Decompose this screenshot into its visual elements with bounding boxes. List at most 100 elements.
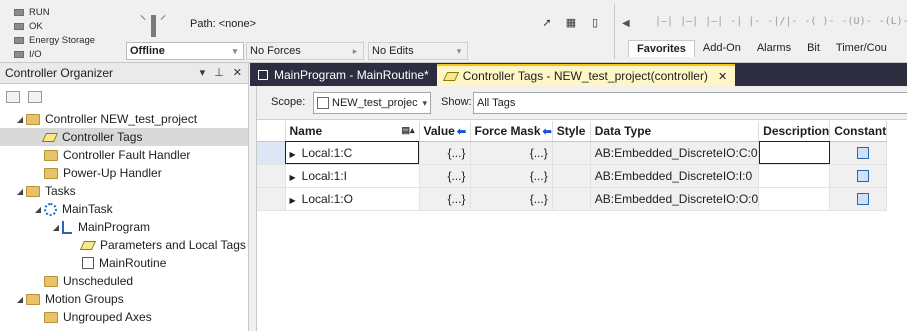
- style-cell[interactable]: [552, 187, 591, 211]
- value-cell[interactable]: {...}: [419, 187, 471, 211]
- ladder-instruction-icons: |—| |—| |—| -| |- -|/|- -( )- -(U)- -(L)…: [655, 16, 907, 27]
- value-cell[interactable]: {...}: [419, 164, 471, 188]
- constant-checkbox[interactable]: [857, 147, 870, 160]
- mode-dropdown[interactable]: Offline ▾: [126, 42, 244, 60]
- io-module-icon[interactable]: ▯: [588, 16, 602, 30]
- collapse-left-icon[interactable]: ◀: [622, 18, 630, 29]
- toolbar-separator: [614, 4, 615, 59]
- tree-item-parameters-local-tags[interactable]: Parameters and Local Tags: [0, 236, 248, 254]
- style-cell[interactable]: [552, 164, 591, 188]
- data-type-cell[interactable]: AB:Embedded_DiscreteIO:O:0: [590, 187, 760, 211]
- column-header-style[interactable]: Style: [552, 121, 591, 142]
- path-label[interactable]: Path: <none>: [190, 18, 256, 30]
- branch-level-icon[interactable]: |—|: [705, 16, 723, 27]
- constant-checkbox[interactable]: [857, 170, 870, 183]
- status-light-icon: [14, 36, 24, 44]
- tree-item-ungrouped-axes[interactable]: Ungrouped Axes: [0, 308, 248, 326]
- tag-name-cell[interactable]: ▶ Local:1:O: [285, 187, 420, 211]
- row-selector[interactable]: [257, 187, 286, 211]
- description-cell[interactable]: [758, 141, 831, 165]
- tab-controller-tags[interactable]: Controller Tags - NEW_test_project(contr…: [436, 64, 736, 86]
- tree-item-fault-handler[interactable]: Controller Fault Handler: [0, 146, 248, 164]
- expand-arrow-icon[interactable]: ▶: [290, 173, 296, 182]
- constant-cell[interactable]: [829, 164, 888, 188]
- column-header-force-mask[interactable]: Force Mask ⬅: [470, 121, 553, 142]
- column-header-data-type[interactable]: Data Type: [590, 121, 760, 142]
- tree-item-power-up-handler[interactable]: Power-Up Handler: [0, 164, 248, 182]
- otl-icon[interactable]: -(L)-: [879, 16, 907, 27]
- table-empty-area[interactable]: [257, 211, 907, 331]
- constant-cell[interactable]: [829, 187, 888, 211]
- dropdown-arrow-icon: ▸: [352, 46, 358, 56]
- tag-name-cell[interactable]: ▶ Local:1:C: [285, 141, 420, 165]
- expand-all-icon[interactable]: [28, 91, 42, 103]
- show-label: Show:: [441, 96, 472, 108]
- xio-icon[interactable]: -|/|-: [767, 16, 797, 27]
- table-row[interactable]: ▶ Local:1:I {...} {...} AB:Embedded_Discr…: [257, 164, 888, 188]
- style-cell[interactable]: [552, 141, 591, 165]
- chevron-down-icon[interactable]: ▾: [200, 66, 206, 79]
- description-cell[interactable]: [758, 164, 831, 188]
- xic-icon[interactable]: -| |-: [730, 16, 760, 27]
- table-row[interactable]: ▶ Local:1:O {...} {...} AB:Embedded_Discr…: [257, 187, 888, 211]
- tab-bit[interactable]: Bit: [799, 40, 828, 57]
- expand-arrow-icon[interactable]: ▶: [290, 150, 296, 159]
- edits-dropdown[interactable]: No Edits ▾: [368, 42, 468, 60]
- expand-arrow-icon[interactable]: ◢: [14, 187, 26, 196]
- value-cell[interactable]: {...}: [419, 141, 471, 165]
- constant-cell[interactable]: [829, 141, 888, 165]
- routine-icon: [82, 257, 94, 269]
- tab-main-routine[interactable]: MainProgram - MainRoutine*: [250, 64, 437, 86]
- sort-icon[interactable]: ▤▴: [401, 125, 414, 136]
- tree-item-tasks[interactable]: ◢ Tasks: [0, 182, 248, 200]
- force-mask-cell[interactable]: {...}: [470, 187, 553, 211]
- pin-icon[interactable]: ⊥: [214, 66, 224, 79]
- network-icon[interactable]: ▦: [564, 16, 578, 30]
- force-mask-cell[interactable]: {...}: [470, 164, 553, 188]
- tree-item-unscheduled[interactable]: Unscheduled: [0, 272, 248, 290]
- column-header-constant[interactable]: Constant: [829, 121, 888, 142]
- collapse-all-icon[interactable]: [6, 91, 20, 103]
- tree-item-mainroutine[interactable]: MainRoutine: [0, 254, 248, 272]
- expand-arrow-icon[interactable]: ◢: [14, 295, 26, 304]
- tab-add-on[interactable]: Add-On: [695, 40, 749, 57]
- column-header-description[interactable]: Description: [758, 121, 831, 142]
- column-header-name[interactable]: Name ▤▴: [285, 121, 420, 142]
- branch-icon[interactable]: |—|: [680, 16, 698, 27]
- expand-arrow-icon[interactable]: ◢: [50, 223, 62, 232]
- expand-arrow-icon[interactable]: ▶: [290, 196, 296, 205]
- forces-dropdown[interactable]: No Forces ▸: [246, 42, 364, 60]
- tree-item-controller-tags[interactable]: Controller Tags: [0, 128, 248, 146]
- row-selector[interactable]: [257, 164, 286, 188]
- folder-icon: [26, 293, 40, 305]
- tab-alarms[interactable]: Alarms: [749, 40, 799, 57]
- tree-item-motion-groups[interactable]: ◢ Motion Groups: [0, 290, 248, 308]
- show-filter-field[interactable]: All Tags: [473, 92, 907, 114]
- expand-arrow-icon[interactable]: ◢: [32, 205, 44, 214]
- rung-icon[interactable]: |—|: [655, 16, 673, 27]
- tree-item-controller[interactable]: ◢ Controller NEW_test_project: [0, 110, 248, 128]
- controller-status-lights: RUN OK Energy Storage I/O: [14, 5, 124, 61]
- scope-dropdown[interactable]: NEW_test_projec ▾: [313, 92, 431, 114]
- table-row[interactable]: ▶ Local:1:C {...} {...} AB:Embedded_Discr…: [257, 141, 888, 165]
- status-run: RUN: [14, 5, 124, 19]
- folder-icon: [44, 275, 58, 287]
- select-pointer-icon[interactable]: ➚: [540, 16, 554, 30]
- close-icon[interactable]: ✕: [233, 66, 242, 79]
- constant-checkbox[interactable]: [857, 193, 870, 206]
- tag-name-cell[interactable]: ▶ Local:1:I: [285, 164, 420, 188]
- column-header-value[interactable]: Value ⬅: [419, 121, 471, 142]
- data-type-cell[interactable]: AB:Embedded_DiscreteIO:I:0: [590, 164, 760, 188]
- expand-arrow-icon[interactable]: ◢: [14, 115, 26, 124]
- tree-item-mainprogram[interactable]: ◢ MainProgram: [0, 218, 248, 236]
- force-mask-cell[interactable]: {...}: [470, 141, 553, 165]
- tab-favorites[interactable]: Favorites: [628, 40, 695, 57]
- row-selector[interactable]: [257, 141, 286, 165]
- tab-timer-counter[interactable]: Timer/Cou: [828, 40, 895, 57]
- close-icon[interactable]: ✕: [718, 70, 727, 83]
- ote-icon[interactable]: -( )-: [804, 16, 834, 27]
- data-type-cell[interactable]: AB:Embedded_DiscreteIO:C:0: [590, 141, 760, 165]
- description-cell[interactable]: [758, 187, 831, 211]
- otu-icon[interactable]: -(U)-: [842, 16, 872, 27]
- tree-item-maintask[interactable]: ◢ MainTask: [0, 200, 248, 218]
